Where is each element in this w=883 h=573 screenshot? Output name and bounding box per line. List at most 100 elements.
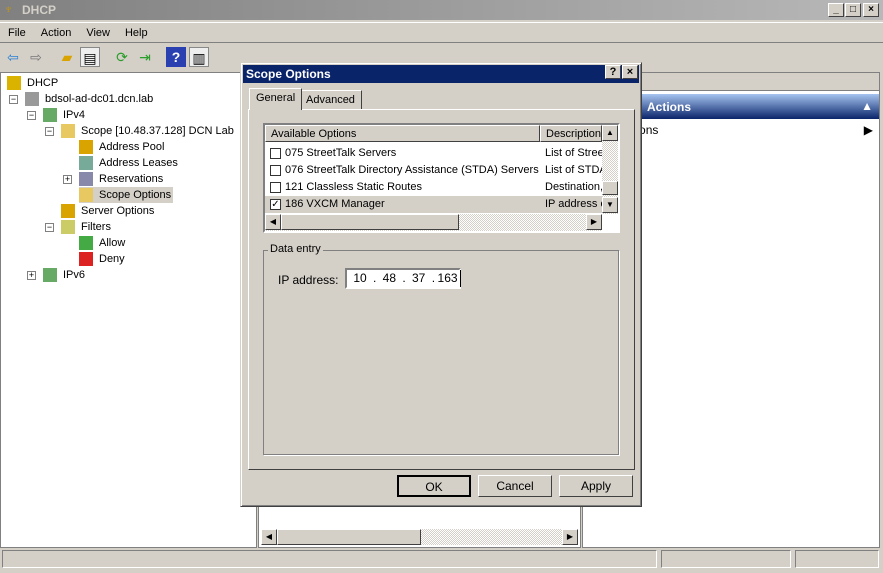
ip-octet-1[interactable]: 10: [347, 270, 373, 287]
ip-octet-3[interactable]: 37: [406, 270, 432, 287]
filters-icon: [61, 220, 75, 235]
tree-item[interactable]: Filters: [61, 219, 113, 235]
tree-item[interactable]: Address Leases: [79, 155, 180, 171]
folder-icon: [61, 124, 75, 139]
tree-item-label: DHCP: [27, 77, 59, 89]
expand-collapse-toggle[interactable]: −: [45, 127, 54, 136]
dialog-close-button[interactable]: ×: [622, 65, 638, 79]
option-checkbox[interactable]: ✓: [270, 198, 281, 210]
show-hide-tree-icon[interactable]: ▤: [80, 47, 100, 67]
dialog-title-bar: Scope Options: [243, 65, 639, 83]
help-icon[interactable]: ?: [166, 47, 186, 67]
tree-item[interactable]: bdsol-ad-dc01.dcn.lab: [25, 91, 155, 107]
window-title: DHCP: [22, 3, 57, 17]
tree-item-label: Address Leases: [99, 157, 178, 169]
tree-item[interactable]: IPv4: [43, 107, 87, 123]
forward-icon[interactable]: ⇨: [26, 47, 46, 67]
ip-octet-2[interactable]: 48: [376, 270, 402, 287]
reservations-icon: [79, 172, 93, 187]
data-entry-legend: Data entry: [268, 243, 323, 255]
menu-help[interactable]: Help: [117, 23, 155, 39]
scroll-right-button[interactable]: ▶: [562, 529, 578, 545]
expand-collapse-toggle[interactable]: +: [63, 175, 72, 184]
tree-item[interactable]: Address Pool: [79, 139, 166, 155]
column-header-available-options[interactable]: Available Options: [265, 125, 540, 142]
available-options-list: Available Options Description 075 Street…: [263, 123, 620, 233]
export-list-icon[interactable]: ⇥: [135, 47, 155, 67]
maximize-button[interactable]: □: [845, 3, 861, 17]
option-checkbox[interactable]: [270, 147, 281, 159]
tree-item[interactable]: IPv6: [43, 267, 87, 283]
scroll-thumb[interactable]: [277, 529, 421, 545]
ip-address-label: IP address:: [278, 273, 339, 287]
option-row[interactable]: 121 Classless Static Routes Destination,: [265, 179, 602, 196]
up-folder-icon[interactable]: ▰: [57, 47, 77, 67]
expand-collapse-toggle[interactable]: −: [45, 223, 54, 232]
tab-general[interactable]: General: [249, 88, 303, 110]
tree-item-label: Reservations: [99, 173, 164, 185]
tree-item[interactable]: Deny: [79, 251, 127, 267]
tree-item[interactable]: Server Options: [61, 203, 156, 219]
option-checkbox[interactable]: [270, 181, 281, 193]
ip-address-field[interactable]: 10. 48. 37. 163: [345, 268, 462, 289]
tree-item-label: Filters: [81, 221, 111, 233]
option-row[interactable]: 075 StreetTalk Servers List of StreetTalk: [265, 145, 602, 162]
server-root-icon: [7, 76, 21, 91]
actions-header-label: Actions: [647, 100, 692, 114]
scope-options-dialog: Scope Options ? × General Advanced Avail…: [240, 62, 642, 507]
apply-button[interactable]: Apply: [559, 475, 633, 497]
tree-item[interactable]: DHCP: [7, 75, 60, 91]
menu-view[interactable]: View: [78, 23, 117, 39]
back-icon[interactable]: ⇦: [3, 47, 23, 67]
scroll-left-button[interactable]: ◀: [265, 214, 281, 230]
ip-octet-4[interactable]: 163: [435, 270, 462, 287]
scroll-left-button[interactable]: ◀: [261, 529, 277, 545]
option-description: Destination,: [545, 181, 602, 193]
tree-item[interactable]: Scope [10.48.37.128] DCN Lab: [61, 123, 236, 139]
collapse-up-icon[interactable]: ▲: [861, 99, 873, 113]
expand-collapse-toggle[interactable]: +: [27, 271, 36, 280]
dialog-title: Scope Options: [246, 67, 331, 81]
cancel-button[interactable]: Cancel: [478, 475, 552, 497]
horizontal-scroll-thumb[interactable]: [281, 214, 459, 230]
ok-label: OK: [425, 480, 443, 494]
tab-advanced[interactable]: Advanced: [299, 90, 362, 110]
tree-item-label: bdsol-ad-dc01.dcn.lab: [45, 93, 154, 105]
refresh-icon[interactable]: ⟳: [112, 47, 132, 67]
tree-item-label: Scope Options: [99, 189, 172, 201]
server-icon: [25, 92, 39, 107]
option-description: IP address of: [545, 198, 602, 210]
tree-item-label: Scope [10.48.37.128] DCN Lab: [81, 125, 234, 137]
tree-item[interactable]: Scope Options: [79, 187, 174, 203]
option-row[interactable]: ✓ 186 VXCM Manager IP address of: [265, 196, 602, 213]
option-checkbox[interactable]: [270, 164, 281, 176]
tree-item[interactable]: Reservations: [79, 171, 165, 187]
results-horizontal-scrollbar[interactable]: ◀ ▶: [261, 529, 578, 545]
option-row[interactable]: 076 StreetTalk Directory Assistance (STD…: [265, 162, 602, 179]
tree-item[interactable]: Allow: [79, 235, 127, 251]
close-button[interactable]: ×: [863, 3, 879, 17]
show-hide-action-pane-icon[interactable]: ▥: [189, 47, 209, 67]
general-tab-panel: Available Options Description 075 Street…: [248, 109, 635, 470]
window-title-bar: ♆ DHCP: [0, 0, 883, 20]
vertical-scroll-thumb[interactable]: [602, 181, 618, 195]
scroll-up-button[interactable]: ▲: [602, 125, 618, 141]
option-name: 121 Classless Static Routes: [285, 181, 422, 193]
scroll-right-button[interactable]: ▶: [586, 214, 602, 230]
column-header-description[interactable]: Description: [540, 125, 602, 142]
menu-action[interactable]: Action: [33, 23, 79, 39]
expand-collapse-toggle[interactable]: −: [27, 111, 36, 120]
tree-item-label: IPv4: [63, 109, 86, 121]
tree-item-label: Allow: [99, 237, 126, 249]
option-description: List of StreetTalk: [545, 147, 602, 159]
option-description: List of STDA: [545, 164, 602, 176]
address-pool-icon: [79, 140, 93, 155]
tree-item-label: Address Pool: [99, 141, 165, 153]
ok-button[interactable]: OK: [397, 475, 471, 497]
minimize-button[interactable]: _: [828, 3, 844, 17]
scroll-down-button[interactable]: ▼: [602, 197, 618, 213]
deny-icon: [79, 252, 93, 267]
dialog-help-button[interactable]: ?: [605, 65, 621, 79]
menu-file[interactable]: File: [0, 23, 33, 39]
expand-collapse-toggle[interactable]: −: [9, 95, 18, 104]
